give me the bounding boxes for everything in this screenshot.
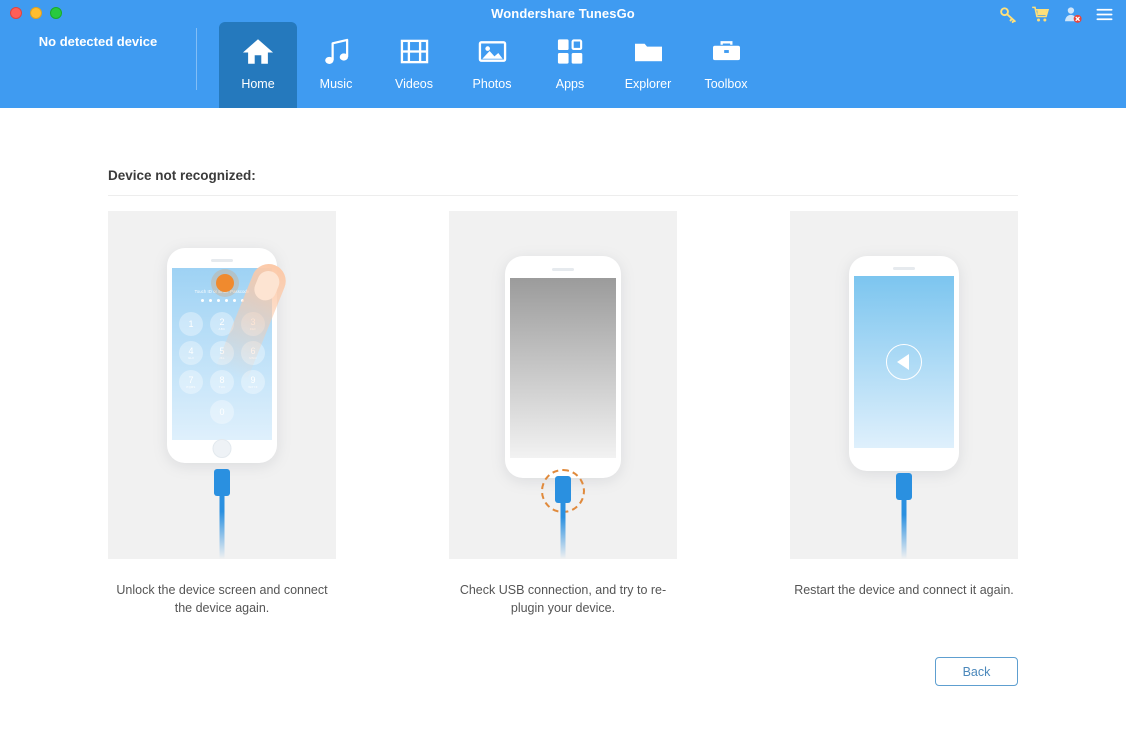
- keypad-digit: 2: [219, 316, 225, 327]
- nav-label-music: Music: [319, 77, 353, 91]
- keypad-letters: TUV: [218, 384, 226, 389]
- keypad-letters: GHI: [188, 355, 194, 360]
- device-status-label: No detected device: [38, 34, 158, 49]
- main-content: Device not recognized: Touch ID or Enter…: [0, 108, 1126, 734]
- key-icon[interactable]: [999, 5, 1018, 24]
- phone-screen-gray: [510, 278, 616, 458]
- keypad-key: 1: [179, 312, 203, 336]
- keypad-digit: 1: [188, 318, 194, 329]
- keypad-key: 0: [210, 400, 234, 424]
- card-restart: Restart the device and connect it again.: [790, 211, 1018, 617]
- phone-speaker: [893, 267, 915, 270]
- illustration-restart: [790, 211, 1018, 559]
- nav-label-photos: Photos: [472, 77, 512, 91]
- card-caption-unlock: Unlock the device screen and connect the…: [116, 583, 328, 615]
- header-divider: [196, 28, 197, 90]
- keypad-letters: WXYZ: [248, 384, 258, 389]
- nav-item-apps[interactable]: Apps: [531, 22, 609, 108]
- folder-icon: [633, 34, 664, 68]
- nav-item-toolbox[interactable]: Toolbox: [687, 22, 765, 108]
- passcode-dot: [200, 299, 204, 302]
- phone-speaker: [211, 259, 233, 262]
- nav-label-explorer: Explorer: [624, 77, 672, 91]
- keypad-digit: 7: [188, 374, 194, 385]
- app-window: Wondershare TunesGo No detected device H…: [0, 0, 1126, 734]
- usb-cable: [219, 491, 225, 559]
- nav-item-home[interactable]: Home: [219, 22, 297, 108]
- nav-item-photos[interactable]: Photos: [453, 22, 531, 108]
- window-title: Wondershare TunesGo: [491, 6, 635, 21]
- passcode-dot: [208, 299, 212, 302]
- hamburger-menu-icon[interactable]: [1095, 5, 1114, 24]
- usb-cable: [560, 499, 566, 559]
- tap-indicator-icon: [216, 274, 234, 292]
- nav-label-toolbox: Toolbox: [704, 77, 748, 91]
- illustration-unlock: Touch ID or Enter Passcode 1: [108, 211, 336, 559]
- keypad-digit: 8: [219, 374, 225, 385]
- phone-home-button: [212, 439, 232, 458]
- card-caption-restart: Restart the device and connect it again.: [794, 583, 1014, 597]
- header-actions: [999, 5, 1114, 24]
- keypad-key: 4 GHI: [179, 341, 203, 365]
- nav-label-apps: Apps: [555, 77, 585, 91]
- keypad-digit: 9: [250, 374, 256, 385]
- card-usb: Check USB connection, and try to re-plug…: [449, 211, 677, 617]
- nav-item-music[interactable]: Music: [297, 22, 375, 108]
- card-unlock: Touch ID or Enter Passcode 1: [108, 211, 336, 617]
- footer-actions: Back: [935, 657, 1018, 686]
- main-nav: Home Music Videos Photos Apps Explorer T…: [219, 22, 765, 108]
- keypad-digit: 4: [188, 345, 194, 356]
- passcode-dot: [224, 299, 228, 302]
- page-title: Device not recognized:: [108, 168, 256, 183]
- fingertip: [251, 267, 283, 304]
- user-disabled-icon[interactable]: [1063, 5, 1082, 24]
- keypad-letters: ABC: [218, 326, 226, 331]
- keypad-letters: PQRS: [186, 384, 196, 389]
- nav-label-videos: Videos: [395, 77, 433, 91]
- nav-item-explorer[interactable]: Explorer: [609, 22, 687, 108]
- home-icon: [242, 34, 274, 68]
- film-strip-icon: [400, 34, 429, 68]
- music-note-icon: [322, 34, 351, 68]
- passcode-dot: [232, 299, 236, 302]
- phone-speaker: [552, 268, 574, 271]
- cart-icon[interactable]: [1031, 5, 1050, 24]
- back-button[interactable]: Back: [935, 657, 1018, 686]
- passcode-dot: [216, 299, 220, 302]
- restart-icon: [886, 344, 922, 380]
- title-divider: [108, 195, 1018, 196]
- image-icon: [478, 34, 507, 68]
- keypad-digit: 0: [219, 406, 225, 417]
- phone-screen-blue: [854, 276, 954, 448]
- app-header: Wondershare TunesGo No detected device H…: [0, 0, 1126, 108]
- illustration-usb: [449, 211, 677, 559]
- card-caption-usb: Check USB connection, and try to re-plug…: [459, 583, 667, 615]
- phone-gray-screen: [505, 256, 621, 478]
- keypad-key: 7 PQRS: [179, 370, 203, 394]
- apps-grid-icon: [556, 34, 585, 68]
- nav-label-home: Home: [241, 77, 275, 91]
- nav-item-videos[interactable]: Videos: [375, 22, 453, 108]
- play-triangle-icon: [896, 354, 909, 370]
- briefcase-icon: [711, 34, 742, 68]
- usb-cable: [901, 496, 907, 559]
- phone-blue-screen: [849, 256, 959, 471]
- troubleshoot-cards: Touch ID or Enter Passcode 1: [108, 211, 1018, 617]
